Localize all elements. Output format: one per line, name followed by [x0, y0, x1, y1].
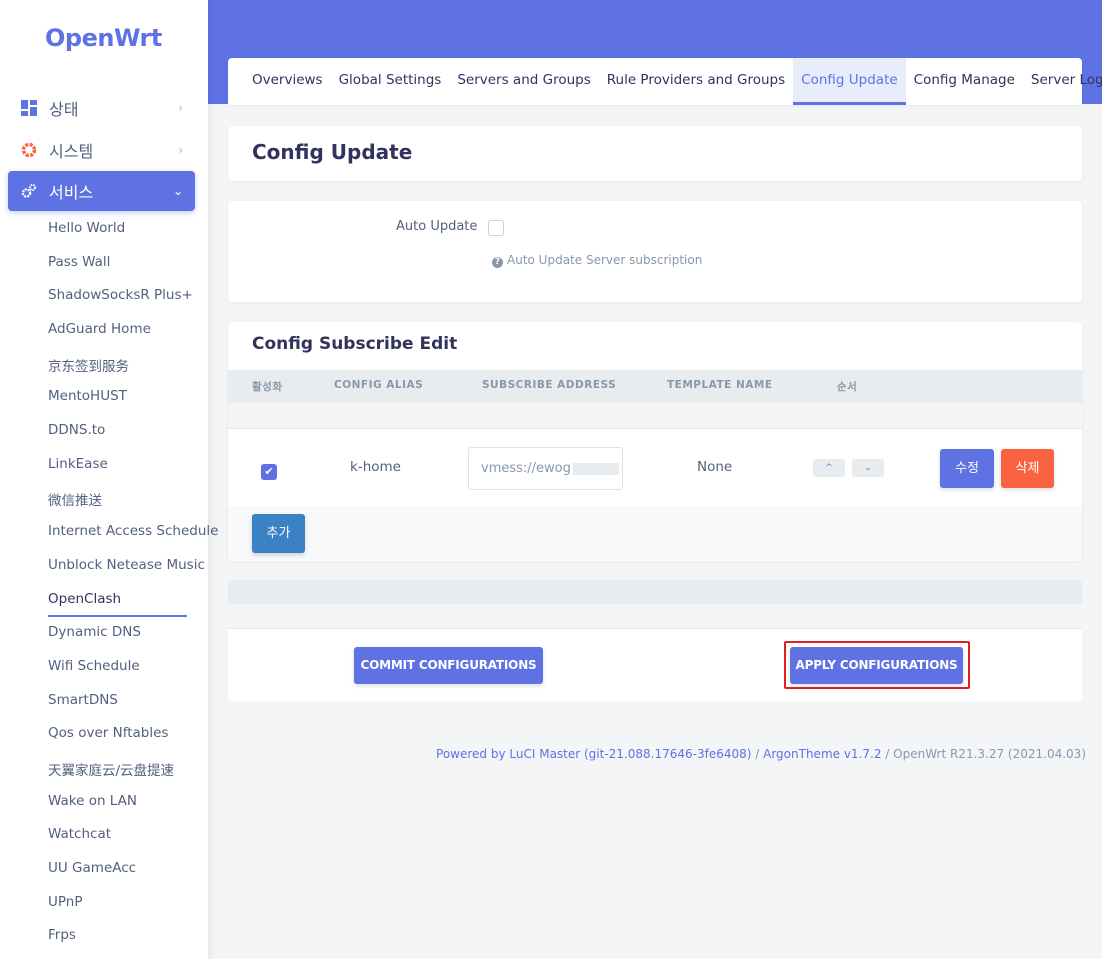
table-spacer — [228, 403, 1082, 429]
sidebar-item-15[interactable]: Qos over Nftables — [48, 725, 168, 741]
commit-configurations-button[interactable]: COMMIT CONFIGURATIONS — [354, 647, 543, 684]
add-area: 추가 — [228, 506, 1082, 561]
menu-label: 서비스 — [49, 183, 94, 202]
page-title: Config Update — [252, 140, 413, 164]
sidebar-item-12[interactable]: Dynamic DNS — [48, 624, 141, 640]
menu-item-system[interactable]: 시스템 › — [8, 130, 195, 170]
cogs-icon — [21, 183, 37, 199]
table-row: ✔ k-home vmess://ewog None ^ ⌄ 수정 삭제 — [228, 430, 1082, 506]
sidebar-item-6[interactable]: DDNS.to — [48, 422, 105, 438]
tab-1[interactable]: Global Settings — [331, 58, 450, 105]
subscribe-address-input[interactable]: vmess://ewog — [468, 447, 623, 490]
divider-strip — [228, 604, 1082, 629]
row-alias: k-home — [350, 459, 401, 475]
tab-2[interactable]: Servers and Groups — [449, 58, 598, 105]
sidebar-item-0[interactable]: Hello World — [48, 220, 125, 236]
delete-button[interactable]: 삭제 — [1001, 449, 1054, 488]
tab-3[interactable]: Rule Providers and Groups — [599, 58, 793, 105]
column-header-template: TEMPLATE NAME — [667, 379, 773, 391]
menu-item-status[interactable]: 상태 › — [8, 88, 195, 128]
help-text-label: Auto Update Server subscription — [507, 253, 703, 267]
chevron-right-icon: › — [178, 143, 183, 157]
sidebar-item-17[interactable]: Wake on LAN — [48, 793, 137, 809]
row-template: None — [697, 459, 733, 475]
sidebar-item-16[interactable]: 天翼家庭云/云盘提速 — [48, 759, 174, 779]
luci-link[interactable]: Powered by LuCI Master (git-21.088.17646… — [436, 747, 751, 761]
sidebar-item-9[interactable]: Internet Access Schedule — [48, 523, 218, 539]
menu-label: 상태 — [49, 100, 79, 119]
menu-label: 시스템 — [49, 142, 94, 161]
dashboard-icon — [21, 100, 37, 116]
chevron-up-icon: ^ — [825, 463, 833, 473]
sidebar-item-4[interactable]: 京东签到服务 — [48, 355, 129, 375]
sidebar-item-1[interactable]: Pass Wall — [48, 254, 110, 270]
tab-6[interactable]: Server Logs — [1023, 58, 1102, 105]
separator: / — [751, 747, 764, 761]
column-header-address: SUBSCRIBE ADDRESS — [482, 379, 617, 391]
actions-card: COMMIT CONFIGURATIONS APPLY CONFIGURATIO… — [228, 580, 1082, 701]
sidebar: OpenWrt 상태 › 시스템 › 서비스 ⌄ Hello World Pass… — [0, 0, 218, 959]
menu-item-services[interactable]: 서비스 ⌄ — [8, 171, 195, 211]
column-header-order: 순서 — [837, 381, 858, 393]
table-header: 활성화 CONFIG ALIAS SUBSCRIBE ADDRESS TEMPL… — [228, 370, 1082, 403]
question-circle-icon: ? — [492, 257, 503, 268]
auto-update-label: Auto Update — [396, 219, 478, 234]
section-title: Config Subscribe Edit — [252, 334, 458, 354]
tab-bar: Overviews Global Settings Servers and Grou… — [228, 58, 1102, 105]
sidebar-item-20[interactable]: UPnP — [48, 894, 82, 910]
sidebar-item-14[interactable]: SmartDNS — [48, 692, 118, 708]
tab-0[interactable]: Overviews — [244, 58, 331, 105]
sidebar-item-10[interactable]: Unblock Netease Music — [48, 557, 205, 573]
theme-link[interactable]: ArgonTheme v1.7.2 — [763, 747, 881, 761]
auto-update-card: Auto Update ? Auto Update Server subscrip… — [228, 201, 1082, 302]
sidebar-item-3[interactable]: AdGuard Home — [48, 321, 151, 337]
edit-button[interactable]: 수정 — [940, 449, 994, 488]
footer-credits: Powered by LuCI Master (git-21.088.17646… — [436, 747, 1086, 761]
app-logo[interactable]: OpenWrt — [45, 24, 162, 52]
auto-update-checkbox[interactable] — [488, 220, 504, 236]
sidebar-item-7[interactable]: LinkEase — [48, 456, 108, 472]
chevron-down-icon: ⌄ — [864, 463, 872, 473]
column-header-alias: CONFIG ALIAS — [334, 379, 424, 391]
sidebar-item-11[interactable]: OpenClash — [48, 591, 121, 607]
help-text: ? Auto Update Server subscription — [492, 253, 702, 268]
move-up-button[interactable]: ^ — [813, 459, 845, 477]
version-text: / OpenWrt R21.3.27 (2021.04.03) — [881, 747, 1086, 761]
sidebar-item-21[interactable]: Frps — [48, 927, 76, 943]
subscribe-edit-card: Config Subscribe Edit 활성화 CONFIG ALIAS S… — [228, 322, 1082, 561]
sidebar-item-19[interactable]: UU GameAcc — [48, 860, 136, 876]
apply-configurations-button[interactable]: APPLY CONFIGURATIONS — [790, 647, 963, 684]
tab-4[interactable]: Config Update — [793, 58, 906, 105]
column-header-enabled: 활성화 — [252, 381, 283, 393]
row-enabled-checkbox[interactable]: ✔ — [261, 464, 277, 480]
redacted-text — [572, 462, 619, 475]
chevron-down-icon: ⌄ — [172, 184, 183, 198]
add-button[interactable]: 추가 — [252, 514, 305, 553]
move-down-button[interactable]: ⌄ — [852, 459, 884, 477]
chevron-right-icon: › — [178, 101, 183, 115]
tab-5[interactable]: Config Manage — [906, 58, 1023, 105]
active-item-underline — [48, 615, 187, 617]
gear-icon — [21, 142, 37, 158]
sidebar-item-8[interactable]: 微信推送 — [48, 489, 102, 509]
subscribe-address-value: vmess://ewog — [481, 461, 571, 476]
divider-strip — [228, 580, 1082, 604]
sidebar-item-18[interactable]: Watchcat — [48, 826, 111, 842]
sidebar-item-2[interactable]: ShadowSocksR Plus+ — [48, 287, 193, 303]
sidebar-item-5[interactable]: MentoHUST — [48, 388, 127, 404]
title-card: Config Update — [228, 126, 1082, 181]
sidebar-item-13[interactable]: Wifi Schedule — [48, 658, 140, 674]
